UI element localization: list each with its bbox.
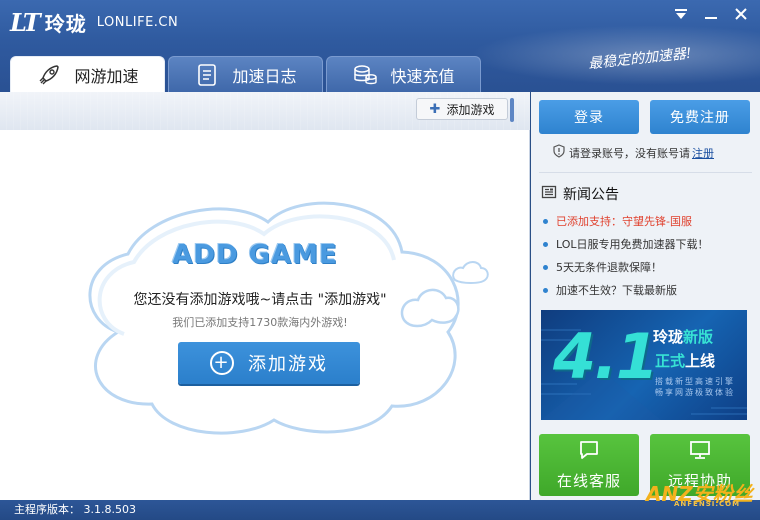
tab-recharge[interactable]: 快速充值: [326, 56, 481, 92]
site-watermark: ANZ安粉丝 ANFENSI.COM: [646, 478, 753, 508]
online-support-label: 在线客服: [556, 471, 621, 490]
banner-line1: 玲珑新版: [653, 326, 713, 347]
tab-boost-log[interactable]: 加速日志: [168, 56, 323, 92]
empty-state-message: 您还没有添加游戏哦~请点击 "添加游戏": [133, 292, 387, 308]
bullet-icon: [543, 265, 548, 270]
bullet-icon: [543, 219, 548, 224]
banner-line2: 正式上线: [655, 350, 715, 371]
plus-icon: ✚: [429, 101, 441, 117]
chat-bubble-icon: [578, 440, 600, 464]
banner-line1-b: 新版: [683, 328, 714, 346]
window-controls: [668, 4, 754, 24]
register-link[interactable]: 注册: [692, 145, 714, 161]
news-item[interactable]: 加速不生效？下载最新版: [543, 279, 753, 302]
shield-icon: [553, 144, 565, 161]
banner-line4: 畅享网游极致体验: [655, 388, 735, 397]
news-item[interactable]: LOL日服专用免费加速器下载！: [543, 233, 753, 256]
news-title: 新闻公告: [563, 187, 619, 203]
menu-dropdown-icon[interactable]: [668, 4, 694, 24]
app-logo: LT 玲珑 LONLIFE.CN: [10, 8, 178, 37]
plus-circle-icon: +: [210, 351, 234, 375]
add-game-small-button[interactable]: ✚ 添加游戏: [416, 98, 508, 120]
account-buttons: 登录 免费注册: [539, 100, 750, 134]
news-item-text: 已添加支持：守望先锋-国服: [556, 215, 692, 228]
banner-version: 4.1: [553, 320, 659, 393]
online-support-button[interactable]: 在线客服: [539, 434, 639, 496]
banner-line2-b: 上线: [685, 352, 716, 370]
news-item[interactable]: 已添加支持：守望先锋-国服: [543, 210, 753, 233]
rocket-icon: [36, 62, 62, 88]
close-icon[interactable]: [728, 4, 754, 24]
logo-name: 玲珑: [44, 12, 87, 36]
login-hint: 请登录账号，没有账号请 注册: [553, 144, 714, 161]
banner-line3: 搭载新型高速引擎: [655, 377, 735, 386]
news-item[interactable]: 5天无条件退款保障！: [543, 256, 753, 279]
side-panel: 登录 免费注册 请登录账号，没有账号请 注册 新闻公告 已添加支持：守望先锋-国…: [531, 92, 760, 500]
newspaper-icon: [541, 184, 557, 204]
logo-domain: LONLIFE.CN: [96, 15, 179, 30]
tab-label: 加速日志: [232, 66, 297, 86]
add-game-button[interactable]: + 添加游戏: [178, 342, 360, 384]
banner-line2-a: 正式: [655, 352, 686, 370]
minimize-icon[interactable]: [698, 4, 724, 24]
news-item-text: 5天无条件退款保障！: [556, 261, 662, 274]
add-game-button-label: 添加游戏: [248, 354, 328, 375]
coins-icon: [352, 62, 378, 88]
login-hint-text: 请登录账号，没有账号请: [569, 146, 690, 160]
banner-line1-a: 玲珑: [653, 328, 684, 346]
log-icon: [194, 62, 220, 88]
version-text: 主程序版本： 3.1.8.503: [14, 503, 136, 516]
watermark-sub: ANFENSI.COM: [674, 500, 741, 508]
main-tabs: 网游加速 加速日志 快速充值: [10, 56, 481, 92]
news-item-text: LOL日服专用免费加速器下载！: [556, 238, 709, 251]
register-button[interactable]: 免费注册: [650, 100, 750, 134]
bullet-icon: [543, 242, 548, 247]
title-bar: LT 玲珑 LONLIFE.CN 最稳定的加速器! 网游加速 加速日志 快速充值: [0, 0, 760, 92]
bullet-icon: [543, 288, 548, 293]
tab-label: 快速充值: [390, 66, 455, 86]
add-game-title: ADD GAME: [172, 240, 338, 270]
news-header: 新闻公告: [541, 184, 619, 204]
app-window: LT 玲珑 LONLIFE.CN 最稳定的加速器! 网游加速 加速日志 快速充值…: [0, 0, 760, 520]
divider: [539, 172, 752, 173]
monitor-icon: [689, 440, 711, 464]
toolbar-scroll-handle[interactable]: [510, 98, 514, 122]
tab-game-boost[interactable]: 网游加速: [10, 56, 165, 92]
logo-mark: LT: [10, 8, 41, 37]
promo-banner[interactable]: 4.1 玲珑新版 正式上线 搭载新型高速引擎 畅享网游极致体验: [541, 310, 747, 420]
add-game-small-label: 添加游戏: [446, 102, 495, 117]
tab-label: 网游加速: [74, 66, 139, 86]
main-panel: ✚ 添加游戏 ADD GAME 您还没有添加游戏哦~请点击 "添加游戏" 我们已…: [0, 92, 530, 500]
news-item-text: 加速不生效？下载最新版: [556, 284, 677, 297]
login-button[interactable]: 登录: [539, 100, 639, 134]
cloud-illustration: [88, 201, 489, 435]
news-list: 已添加支持：守望先锋-国服 LOL日服专用免费加速器下载！ 5天无条件退款保障！…: [543, 210, 753, 302]
supported-games-note: 我们已添加支持1730款海内外游戏!: [172, 316, 348, 329]
